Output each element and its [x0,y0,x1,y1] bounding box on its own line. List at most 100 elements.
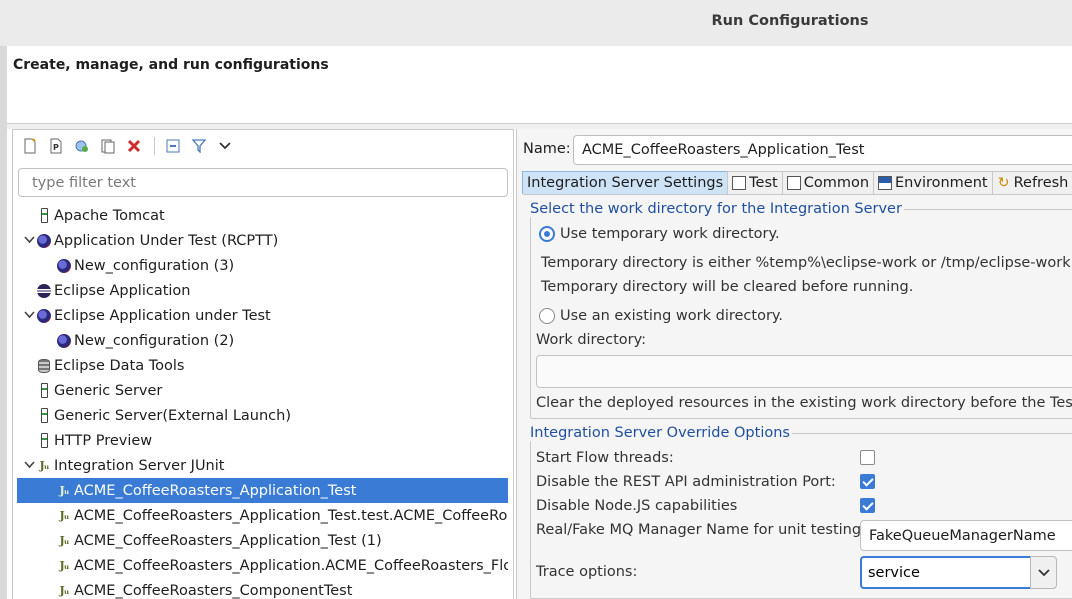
tree-item[interactable]: Jᵤ ACME_CoffeeRoasters_Application_Test.t… [17,503,508,528]
disable-node-label: Disable Node.JS capabilities [536,498,738,514]
tab-label: Environment [895,175,988,191]
clear-resources-label: Clear the deployed resources in the exis… [536,395,1072,411]
environment-icon [878,176,893,190]
tab-label: Refresh [1013,175,1069,191]
disable-rest-checkbox[interactable] [860,474,875,489]
server-icon [37,383,51,399]
tree-item[interactable]: Application Under Test (RCPTT) [17,228,508,253]
tree-item-label: Generic Server [54,382,163,399]
chevron-down-icon [1037,568,1050,576]
trace-options-dropdown-button[interactable] [1030,556,1057,589]
chevron-down-icon[interactable] [21,458,37,473]
temp-info-line1: Temporary directory is either %temp%\ecl… [541,255,1071,271]
junit-icon: Jᵤ [59,559,70,572]
filter-input[interactable] [18,168,508,197]
existing-workdir-radio[interactable] [539,308,555,324]
toolbar-separator [154,137,155,155]
disable-node-checkbox[interactable] [860,498,875,513]
tree-item-label: Generic Server(External Launch) [54,407,291,424]
tree-item[interactable]: New_configuration (3) [17,253,508,278]
tab-label: Integration Server Settings [527,175,724,191]
config-tabs: Integration Server Settings Test Common … [522,171,1072,194]
mq-manager-field[interactable] [860,520,1072,551]
tree-item-label: ACME_CoffeeRoasters_Application.ACME_Cof… [74,557,508,574]
test-icon [732,176,747,190]
tree-item-label: Apache Tomcat [54,207,165,224]
tab-environment[interactable]: Environment [873,171,993,194]
tree-item[interactable]: Eclipse Data Tools [17,353,508,378]
tree-item[interactable]: Jᵤ ACME_CoffeeRoasters_ComponentTest [17,578,508,599]
tree-item-label: ACME_CoffeeRoasters_Application_Test [74,482,357,499]
start-flow-label: Start Flow threads: [536,450,674,466]
delete-icon[interactable] [124,136,144,156]
workdir-field[interactable] [536,355,1072,388]
tree-item[interactable]: Jᵤ Integration Server JUnit [17,453,508,478]
tree-item-label: ACME_CoffeeRoasters_Application_Test.tes… [74,507,508,524]
chevron-down-icon[interactable] [21,308,37,323]
eclipse-icon [37,283,51,299]
configurations-toolbar: P [20,135,241,157]
rcptt-icon [37,233,51,249]
temp-info-line2: Temporary directory will be cleared befo… [541,279,914,295]
chevron-down-icon[interactable] [215,136,235,156]
chevron-down-icon[interactable] [21,233,37,248]
tree-item[interactable]: Jᵤ ACME_CoffeeRoasters_Application_Test [17,478,508,503]
override-group-title: Integration Server Override Options [530,425,792,441]
tree-item[interactable]: Eclipse Application [17,278,508,303]
configurations-tree[interactable]: Apache Tomcat Application Under Test (RCP… [17,203,508,599]
tab-refresh[interactable]: ↻ Refresh [991,171,1072,194]
tab-integration-server-settings[interactable]: Integration Server Settings [522,171,729,194]
tree-item-label: Application Under Test (RCPTT) [54,232,279,249]
tree-item-label: New_configuration (3) [74,257,235,274]
junit-icon: Jᵤ [59,509,70,522]
tab-label: Test [749,175,778,191]
rcptt-icon [57,333,71,349]
dialog-header-text: Create, manage, and run configurations [13,57,329,73]
tree-item-label: New_configuration (2) [74,332,235,349]
rcptt-icon [37,308,51,324]
svg-text:P: P [53,143,59,152]
workdir-group-title: Select the work directory for the Integr… [530,201,904,217]
export-icon[interactable] [98,136,118,156]
temp-workdir-label: Use temporary work directory. [560,226,780,242]
junit-icon: Jᵤ [39,459,50,472]
tab-common[interactable]: Common [781,171,875,194]
tree-item-label: ACME_CoffeeRoasters_ComponentTest [74,582,353,599]
database-icon [37,358,51,374]
tree-item-label: HTTP Preview [54,432,153,449]
tree-item[interactable]: HTTP Preview [17,428,508,453]
name-label: Name: [523,141,571,157]
new-config-icon[interactable] [20,136,40,156]
duplicate-icon[interactable] [72,136,92,156]
tree-item[interactable]: Jᵤ ACME_CoffeeRoasters_Application.ACME_C… [17,553,508,578]
tree-item[interactable]: Apache Tomcat [17,203,508,228]
window-title: Run Configurations [711,13,869,29]
workdir-label: Work directory: [536,332,647,348]
disable-rest-label: Disable the REST API administration Port… [536,474,836,490]
tree-item[interactable]: Eclipse Application under Test [17,303,508,328]
tree-item-label: Integration Server JUnit [54,457,225,474]
tab-test[interactable]: Test [727,171,783,194]
junit-icon: Jᵤ [59,534,70,547]
tree-item[interactable]: Generic Server(External Launch) [17,403,508,428]
tree-item-label: ACME_CoffeeRoasters_Application_Test (1) [74,532,382,549]
common-icon [786,176,801,190]
tree-item[interactable]: Generic Server [17,378,508,403]
filter-icon[interactable] [189,136,209,156]
collapse-all-icon[interactable] [163,136,183,156]
trace-options-input[interactable] [862,558,1028,587]
new-prototype-icon[interactable]: P [46,136,66,156]
mq-manager-label: Real/Fake MQ Manager Name for unit testi… [536,522,866,538]
tree-item[interactable]: Jᵤ ACME_CoffeeRoasters_Application_Test (… [17,528,508,553]
junit-icon: Jᵤ [59,484,70,497]
temp-workdir-radio[interactable] [539,226,555,242]
refresh-icon: ↻ [997,175,1010,191]
name-field[interactable] [573,135,1072,165]
start-flow-checkbox[interactable] [860,450,875,465]
existing-workdir-label: Use an existing work directory. [560,308,784,324]
junit-icon: Jᵤ [59,584,70,597]
tree-item[interactable]: New_configuration (2) [17,328,508,353]
server-icon [37,408,51,424]
tab-label: Common [803,175,870,191]
window-edge [0,46,7,599]
